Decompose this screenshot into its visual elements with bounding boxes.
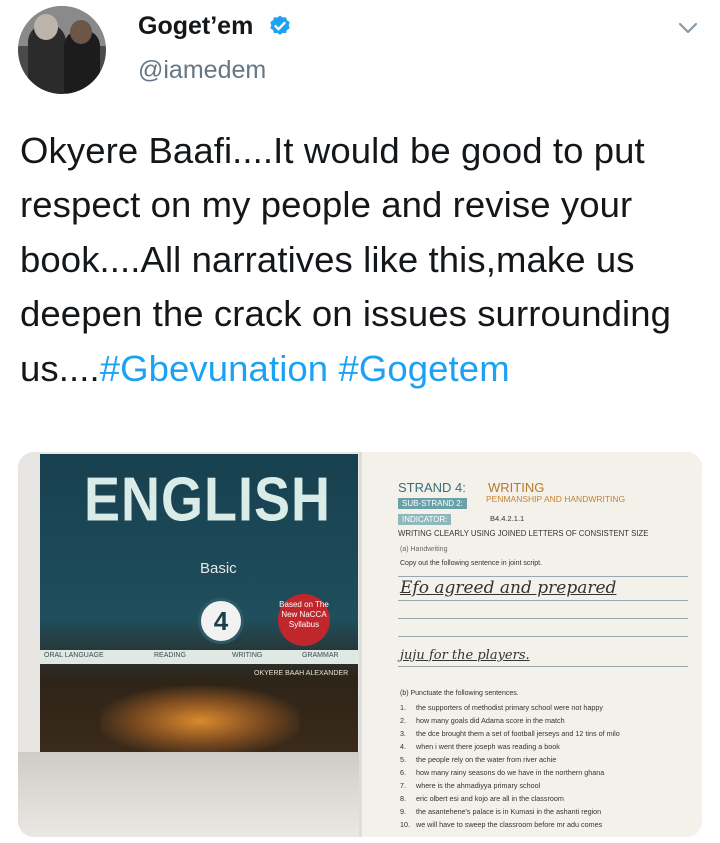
sub-strand-label: SUB-STRAND 2:: [398, 498, 467, 509]
script-line-1: Efo agreed and prepared: [400, 578, 617, 598]
strand-label: GRAMMAR: [302, 652, 339, 659]
list-item: 2. how many goals did Adama score in the …: [400, 716, 565, 725]
user-handle[interactable]: @iamedem: [138, 56, 266, 85]
tweet-text: Okyere Baafi....It would be good to put …: [20, 124, 710, 396]
book-number: 4: [198, 598, 244, 644]
list-item: 10. we will have to sweep the classroom b…: [400, 820, 603, 829]
indicator-text: WRITING CLEARLY USING JOINED LETTERS OF …: [398, 529, 649, 538]
avatar[interactable]: [18, 6, 106, 94]
chevron-down-icon[interactable]: [676, 18, 700, 38]
book-level: Basic: [200, 560, 237, 577]
strand-name: WRITING: [488, 480, 545, 495]
hashtag-link[interactable]: #Gogetem: [338, 348, 509, 389]
hashtag-link[interactable]: #Gbevunation: [100, 348, 329, 389]
syllabus-seal: Based on The New NaCCA Syllabus: [278, 594, 330, 646]
book-page-photo[interactable]: STRAND 4: WRITING SUB-STRAND 2: PENMANSH…: [362, 452, 702, 837]
list-item: 8. eric olbert esi and kojo are all in th…: [400, 794, 564, 803]
ruled-line: [398, 636, 688, 637]
part-b-heading: (b) Punctuate the following sentences.: [400, 690, 519, 697]
indicator-code: B4.4.2.1.1: [490, 514, 525, 523]
ruled-line: [398, 600, 688, 601]
ruled-line: [398, 666, 688, 667]
strand-label: WRITING: [232, 652, 263, 659]
media-grid[interactable]: ENGLISH Basic 4 Based on The New NaCCA S…: [18, 452, 702, 837]
strand-heading: STRAND 4:: [398, 480, 466, 495]
list-item: 7. where is the ahmadiyya primary school: [400, 781, 541, 790]
book-author: OKYERE BAAH ALEXANDER: [254, 670, 349, 677]
list-item: 4. when i went there joseph was reading a…: [400, 742, 560, 751]
list-item: 9. the asantehene's palace is in Kumasi i…: [400, 807, 602, 816]
ruled-line: [398, 576, 688, 577]
part-a-instruction: Copy out the following sentence in joint…: [400, 560, 543, 567]
book-cover-photo[interactable]: ENGLISH Basic 4 Based on The New NaCCA S…: [18, 452, 359, 837]
list-item: 5. the people rely on the water from rive…: [400, 755, 557, 764]
book-page: STRAND 4: WRITING SUB-STRAND 2: PENMANSH…: [378, 458, 698, 837]
cloth-background: [18, 752, 359, 837]
verified-icon: [270, 15, 290, 35]
strand-label: ORAL LANGUAGE: [44, 652, 104, 659]
flame-graphic: [100, 686, 300, 756]
book-title: ENGLISH: [84, 465, 332, 535]
book-cover: ENGLISH Basic 4 Based on The New NaCCA S…: [40, 454, 359, 756]
part-a-heading: (a) Handwriting: [400, 546, 448, 553]
ruled-line: [398, 618, 688, 619]
script-line-2: juju for the players.: [400, 648, 530, 663]
list-item: 1. the supporters of methodist primary sc…: [400, 703, 603, 712]
sub-strand-name: PENMANSHIP AND HANDWRITING: [486, 494, 626, 504]
list-item: 6. how many rainy seasons do we have in t…: [400, 768, 605, 777]
strand-label: READING: [154, 652, 186, 659]
indicator-label: INDICATOR:: [398, 514, 452, 525]
list-item: 3. the dce brought them a set of football…: [400, 729, 620, 738]
display-name[interactable]: Goget’em: [138, 12, 253, 41]
